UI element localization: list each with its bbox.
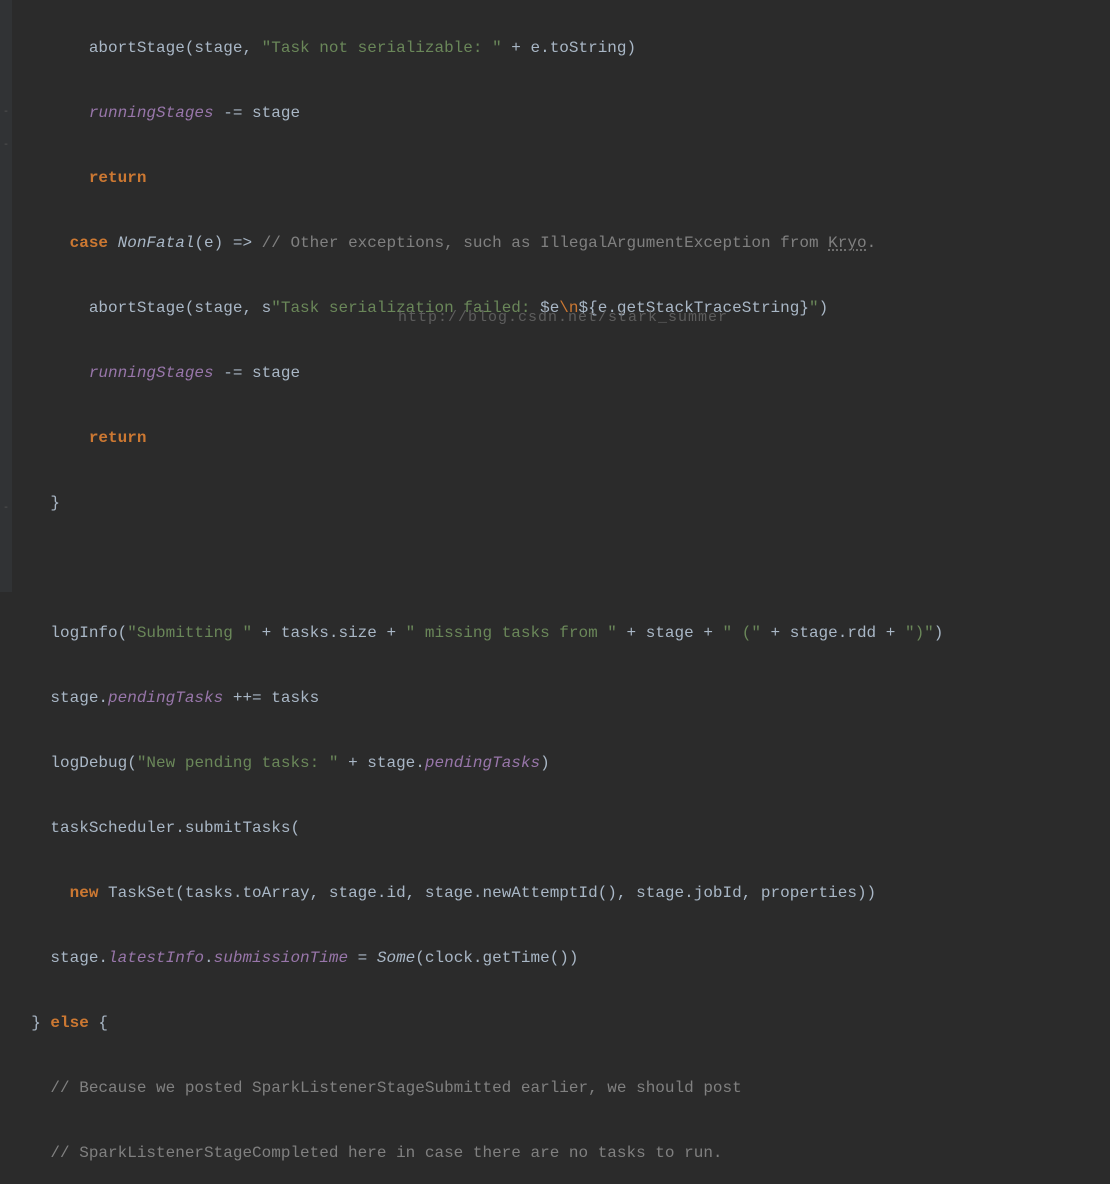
code-line: abortStage(stage, "Task not serializable… <box>12 32 1110 65</box>
code-line: runningStages -= stage <box>12 97 1110 130</box>
code-line: new TaskSet(tasks.toArray, stage.id, sta… <box>12 877 1110 910</box>
code-line: // Because we posted SparkListenerStageS… <box>12 1072 1110 1105</box>
code-line: stage.latestInfo.submissionTime = Some(c… <box>12 942 1110 975</box>
gutter: - - - <box>0 0 12 592</box>
code-line: stage.pendingTasks ++= tasks <box>12 682 1110 715</box>
fold-marker[interactable]: - <box>0 141 12 151</box>
code-line <box>12 552 1110 585</box>
code-line: } <box>12 487 1110 520</box>
code-line: logDebug("New pending tasks: " + stage.p… <box>12 747 1110 780</box>
code-line: return <box>12 422 1110 455</box>
code-line: } else { <box>12 1007 1110 1040</box>
code-line: taskScheduler.submitTasks( <box>12 812 1110 845</box>
fold-marker[interactable]: - <box>0 504 12 514</box>
code-line: return <box>12 162 1110 195</box>
code-line: // SparkListenerStageCompleted here in c… <box>12 1137 1110 1170</box>
code-editor[interactable]: abortStage(stage, "Task not serializable… <box>12 0 1110 1184</box>
fold-marker[interactable]: - <box>0 108 12 118</box>
code-line: case NonFatal(e) => // Other exceptions,… <box>12 227 1110 260</box>
code-line: abortStage(stage, s"Task serialization f… <box>12 292 1110 325</box>
code-line: logInfo("Submitting " + tasks.size + " m… <box>12 617 1110 650</box>
code-line: runningStages -= stage <box>12 357 1110 390</box>
